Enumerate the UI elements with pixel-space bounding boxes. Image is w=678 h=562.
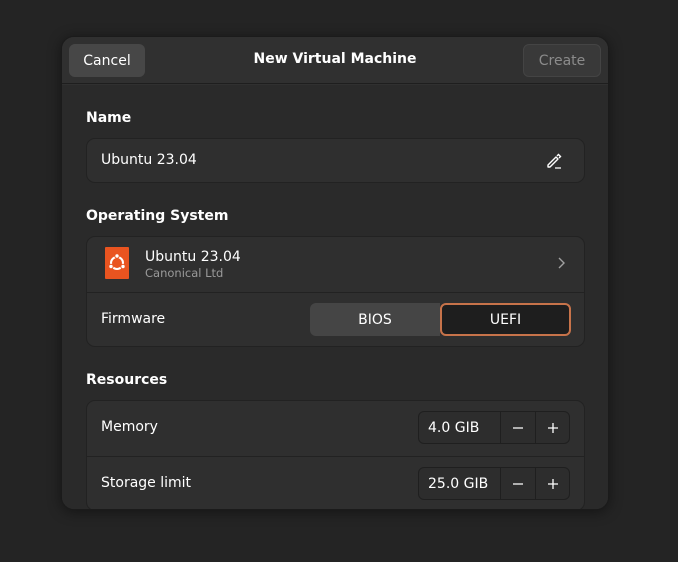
- edit-icon[interactable]: [546, 153, 562, 169]
- os-name: Ubuntu 23.04: [145, 249, 241, 265]
- minus-icon: [512, 482, 523, 485]
- minus-icon: [512, 426, 523, 429]
- dialog-header: Cancel New Virtual Machine Create: [62, 37, 608, 84]
- memory-decrease-button[interactable]: [500, 412, 534, 443]
- memory-spinbutton[interactable]: 4.0 GIB: [418, 411, 570, 444]
- storage-spinbutton[interactable]: 25.0 GIB: [418, 467, 570, 500]
- os-section-label: Operating System: [86, 208, 229, 224]
- dialog-content: Name Ubuntu 23.04 Operating System Ubunt…: [62, 85, 608, 509]
- os-vendor: Canonical Ltd: [145, 266, 224, 280]
- resources-card: Memory 4.0 GIB Storage limit 25.0 GIB: [86, 400, 585, 509]
- storage-decrease-button[interactable]: [500, 468, 534, 499]
- name-section-label: Name: [86, 110, 132, 126]
- storage-row: Storage limit 25.0 GIB: [87, 456, 584, 509]
- plus-icon: [547, 422, 558, 433]
- storage-increase-button[interactable]: [535, 468, 569, 499]
- firmware-uefi-button[interactable]: UEFI: [440, 303, 571, 336]
- memory-value[interactable]: 4.0 GIB: [428, 420, 479, 436]
- name-entry-row[interactable]: Ubuntu 23.04: [87, 139, 584, 182]
- firmware-bios-button[interactable]: BIOS: [310, 303, 440, 336]
- create-button[interactable]: Create: [523, 44, 601, 77]
- firmware-label: Firmware: [101, 311, 166, 327]
- resources-section-label: Resources: [86, 372, 168, 388]
- os-selector-row[interactable]: Ubuntu 23.04 Canonical Ltd: [87, 237, 584, 292]
- firmware-row: Firmware BIOS UEFI: [87, 292, 584, 346]
- storage-value[interactable]: 25.0 GIB: [428, 476, 488, 492]
- chevron-right-icon: [558, 257, 565, 269]
- memory-row: Memory 4.0 GIB: [87, 401, 584, 456]
- plus-icon: [547, 478, 558, 489]
- storage-label: Storage limit: [101, 475, 192, 491]
- name-field[interactable]: Ubuntu 23.04: [101, 152, 197, 168]
- os-card: Ubuntu 23.04 Canonical Ltd Firmware BIOS…: [86, 236, 585, 347]
- name-card: Ubuntu 23.04: [86, 138, 585, 183]
- memory-increase-button[interactable]: [535, 412, 569, 443]
- ubuntu-logo-icon: [105, 247, 129, 279]
- memory-label: Memory: [101, 419, 158, 435]
- new-vm-dialog: Cancel New Virtual Machine Create Name U…: [61, 36, 609, 510]
